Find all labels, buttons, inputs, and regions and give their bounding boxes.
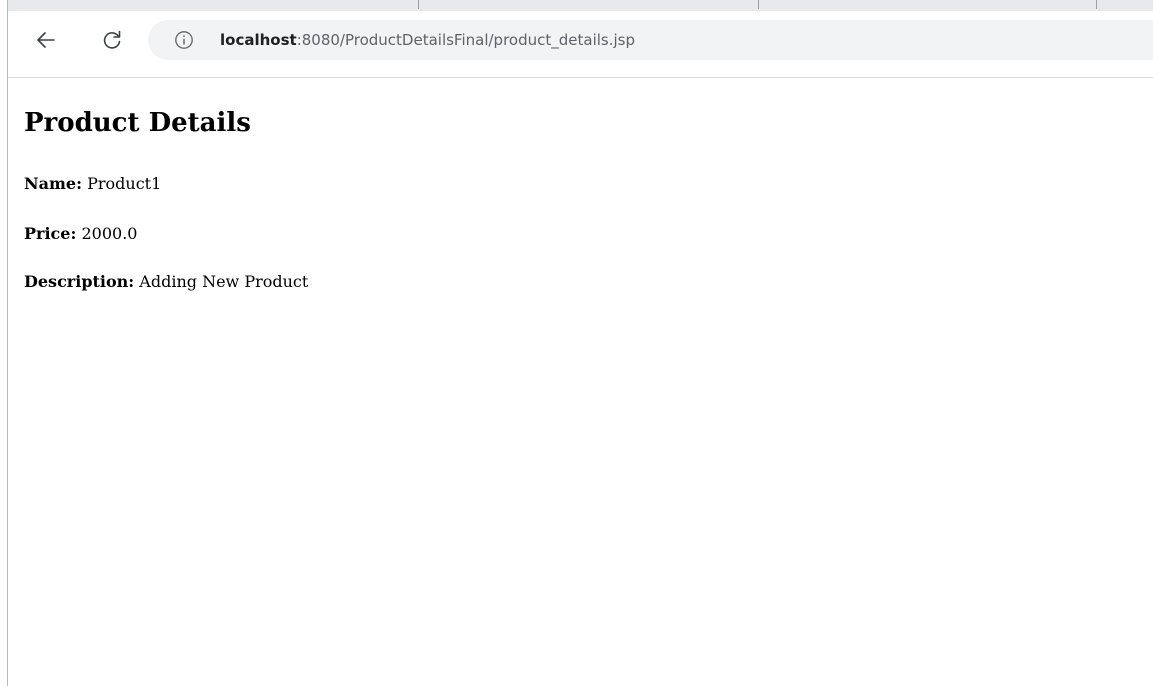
product-description-value: Adding New Product: [139, 272, 309, 291]
product-name-row: Name: Product1: [24, 174, 161, 193]
tab-separator: [758, 0, 759, 9]
reload-icon: [103, 30, 121, 49]
arrow-left-icon: [37, 32, 55, 48]
product-price-label: Price:: [24, 224, 77, 243]
reload-button[interactable]: [94, 22, 130, 58]
product-name-label: Name:: [24, 174, 83, 193]
browser-window: localhost:8080/ProductDetailsFinal/produ…: [0, 0, 1153, 686]
url-text[interactable]: localhost:8080/ProductDetailsFinal/produ…: [220, 20, 635, 60]
tab-separator: [418, 0, 419, 9]
product-price-row: Price: 2000.0: [24, 224, 137, 243]
address-bar[interactable]: localhost:8080/ProductDetailsFinal/produ…: [148, 20, 1153, 60]
product-description-label: Description:: [24, 272, 135, 291]
tab-strip: [8, 0, 1153, 11]
product-description-row: Description: Adding New Product: [24, 272, 308, 291]
url-path: :8080/ProductDetailsFinal/product_detail…: [296, 31, 635, 49]
tab-separator: [1096, 0, 1097, 9]
product-name-value: Product1: [87, 174, 162, 193]
url-host: localhost: [220, 31, 297, 49]
back-button[interactable]: [28, 22, 64, 58]
window-left-border: [0, 0, 8, 686]
browser-toolbar: localhost:8080/ProductDetailsFinal/produ…: [8, 11, 1153, 78]
page-title: Product Details: [24, 108, 251, 138]
product-price-value: 2000.0: [81, 224, 138, 243]
info-circle-icon[interactable]: [174, 30, 194, 50]
